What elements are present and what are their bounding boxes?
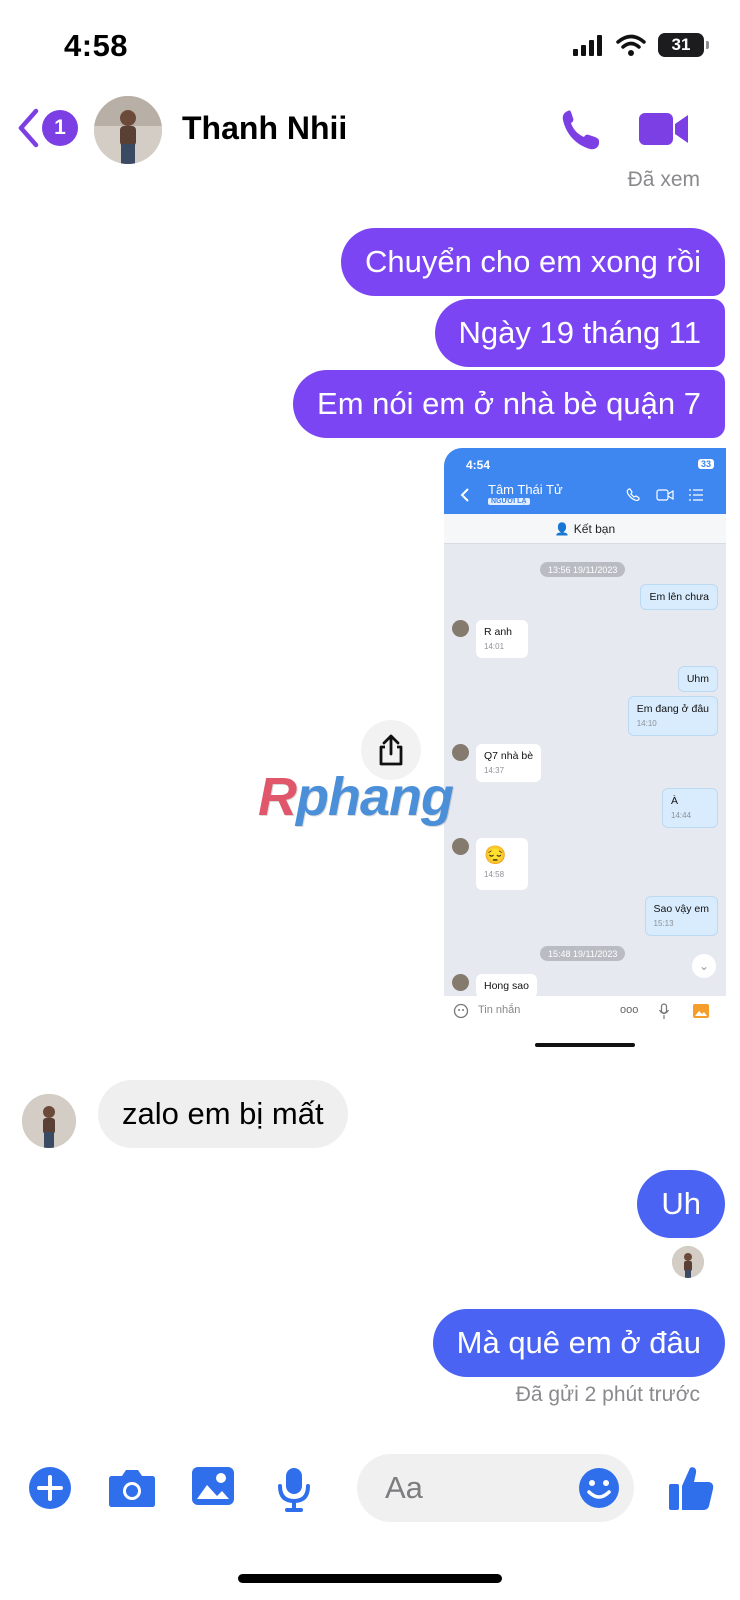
- chevron-left-icon: [460, 488, 469, 502]
- sticker-icon: [453, 1003, 469, 1019]
- video-camera-icon: [639, 113, 688, 145]
- contact-avatar[interactable]: [94, 96, 162, 164]
- wifi-icon: [616, 34, 646, 56]
- microphone-icon: [278, 1468, 310, 1512]
- shared-image-tag: NGƯỜI LẠ: [488, 498, 530, 505]
- contact-avatar[interactable]: [22, 1094, 76, 1148]
- message-bubble-sent[interactable]: Chuyển cho em xong rồi: [340, 228, 725, 296]
- battery-icon: 31: [658, 33, 709, 57]
- status-icons: 31: [572, 33, 709, 57]
- shared-image-header: 4:54 33 Tâm Thái Tử NGƯỜI LẠ: [444, 448, 726, 514]
- message-bubble-received[interactable]: zalo em bị mất: [98, 1080, 348, 1148]
- add-friend-label: Kết bạn: [573, 521, 616, 536]
- shared-image-home-indicator: [535, 1043, 635, 1047]
- status-time: 4:58: [64, 28, 129, 63]
- back-button[interactable]: 1: [16, 108, 78, 148]
- plus-circle-icon: [29, 1467, 71, 1509]
- shared-msg: Em đang ở đâu 14:10: [627, 696, 718, 736]
- gallery-button[interactable]: [191, 1466, 235, 1511]
- image-icon: [693, 1004, 709, 1018]
- date-divider: 13:56 19/11/2023: [540, 562, 626, 577]
- avatar: [452, 620, 469, 637]
- conversation-header: 1 Thanh Nhii: [0, 90, 740, 170]
- shared-image-battery: 33: [697, 459, 714, 469]
- status-bar: 4:58 31: [0, 0, 740, 90]
- shared-msg: R anh 14:01: [476, 620, 528, 658]
- more-icon: ooo: [620, 1004, 639, 1016]
- message-bubble-sent[interactable]: Em nói em ở nhà bè quận 7: [293, 370, 725, 438]
- microphone-icon: [658, 1003, 670, 1019]
- read-receipt-avatar: [672, 1246, 704, 1278]
- camera-button[interactable]: [108, 1466, 156, 1515]
- message-bubble-sent[interactable]: Ngày 19 tháng 11: [434, 299, 725, 367]
- shared-msg: Q7 nhà bè 14:37: [476, 744, 542, 782]
- video-camera-icon: [656, 489, 674, 501]
- list-icon: [689, 489, 703, 501]
- add-friend-icon: 👤: [554, 521, 570, 536]
- shared-msg: Hong sao: [476, 974, 537, 998]
- shared-image-composer: Tin nhắn ooo: [444, 996, 726, 1026]
- voice-button[interactable]: [276, 1466, 312, 1517]
- shared-input-placeholder: Tin nhắn: [478, 1004, 521, 1016]
- shared-msg: Sao vậy em 15:13: [644, 896, 718, 936]
- camera-icon: [109, 1470, 155, 1507]
- smiley-icon: [579, 1468, 619, 1508]
- add-button[interactable]: [28, 1466, 72, 1515]
- shared-msg: 😔 14:58: [476, 838, 528, 890]
- sent-status: Đã gửi 2 phút trước: [515, 1383, 700, 1406]
- shared-image[interactable]: 4:54 33 Tâm Thái Tử NGƯỜI LẠ 👤 Kết bạn 1…: [444, 448, 726, 1026]
- chevron-left-icon: [18, 108, 39, 148]
- cellular-signal-icon: [573, 35, 602, 56]
- seen-status: Đã xem: [627, 168, 700, 191]
- add-friend-bar: 👤 Kết bạn: [444, 514, 726, 544]
- shared-image-contact: Tâm Thái Tử: [488, 482, 563, 497]
- watermark-logo: Rphang: [258, 767, 454, 827]
- avatar: [452, 838, 469, 855]
- shared-msg: Em lên chưa: [640, 584, 718, 611]
- shared-image-time: 4:54: [466, 458, 491, 472]
- unread-badge: 1: [42, 110, 78, 146]
- image-icon: [192, 1467, 234, 1505]
- thumbs-up-icon: [669, 1467, 714, 1510]
- video-call-button[interactable]: [638, 110, 690, 153]
- avatar: [452, 744, 469, 761]
- date-divider: 15:48 19/11/2023: [540, 946, 626, 961]
- contact-name[interactable]: Thanh Nhii: [182, 110, 347, 147]
- message-bubble-sent[interactable]: Uh: [637, 1170, 725, 1238]
- shared-msg: Uhm: [677, 666, 718, 693]
- home-indicator: [238, 1574, 502, 1583]
- scroll-down-icon: ⌄: [692, 954, 716, 978]
- shared-msg: À 14:44: [662, 788, 718, 828]
- like-button[interactable]: [668, 1464, 714, 1517]
- phone-icon: [626, 488, 640, 502]
- phone-icon: [562, 110, 599, 150]
- emoji-button[interactable]: [578, 1467, 620, 1514]
- message-bubble-sent[interactable]: Mà quê em ở đâu: [432, 1309, 725, 1377]
- share-icon: [379, 734, 403, 766]
- voice-call-button[interactable]: [560, 108, 600, 157]
- avatar: [452, 974, 469, 991]
- message-composer: [0, 1450, 740, 1530]
